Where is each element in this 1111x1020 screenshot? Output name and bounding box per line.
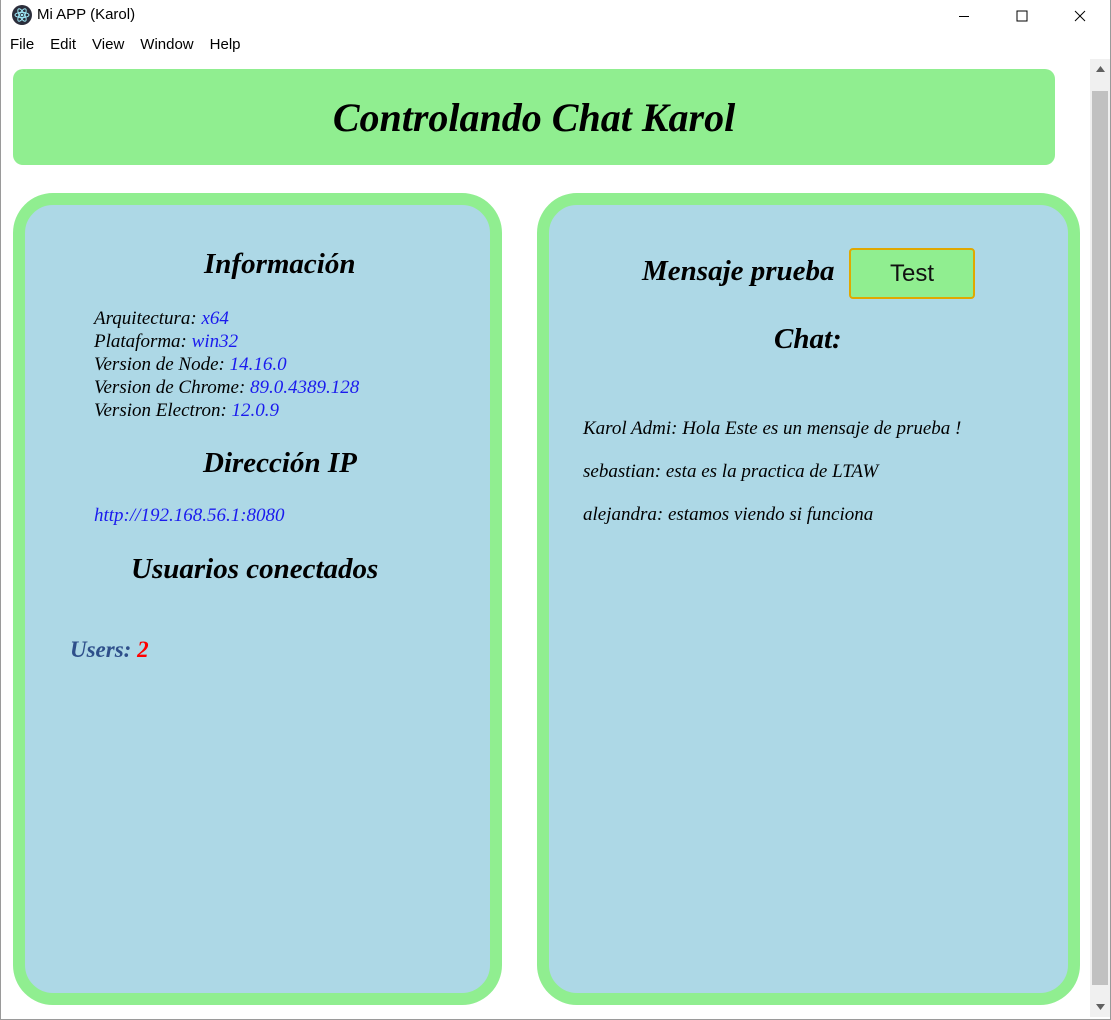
info-item: Version Electron: 12.0.9 xyxy=(94,399,359,422)
info-label: Arquitectura: xyxy=(94,308,202,329)
info-item: Version de Node: 14.16.0 xyxy=(94,353,359,376)
info-value: win32 xyxy=(191,331,239,352)
info-value: x64 xyxy=(201,308,229,329)
menu-help[interactable]: Help xyxy=(202,31,249,59)
info-panel: Información Arquitectura: x64 Plataforma… xyxy=(13,193,502,1005)
users-count-line: Users: 2 xyxy=(70,637,149,663)
chat-title: Chat: xyxy=(774,323,842,355)
ip-address-link[interactable]: http://192.168.56.1:8080 xyxy=(94,505,285,527)
close-button[interactable] xyxy=(1051,0,1109,31)
title-bar[interactable]: Mi APP (Karol) xyxy=(1,0,1110,31)
menu-edit[interactable]: Edit xyxy=(42,31,84,59)
chat-panel: Mensaje prueba Test Chat: Karol Admi: Ho… xyxy=(537,193,1080,1005)
electron-icon xyxy=(12,5,32,25)
system-info-list: Arquitectura: x64 Plataforma: win32 Vers… xyxy=(94,307,359,422)
info-item: Plataforma: win32 xyxy=(94,330,359,353)
info-title: Información xyxy=(204,248,356,280)
info-label: Version de Chrome: xyxy=(94,377,251,398)
minimize-icon xyxy=(959,15,969,17)
chat-message: Karol Admi: Hola Este es un mensaje de p… xyxy=(583,418,962,439)
users-count: 2 xyxy=(137,637,149,662)
close-icon xyxy=(1074,10,1086,21)
users-title: Usuarios conectados xyxy=(131,553,379,585)
maximize-icon xyxy=(1016,10,1028,21)
scroll-down-button[interactable] xyxy=(1090,997,1110,1017)
header-banner: Controlando Chat Karol xyxy=(13,69,1055,165)
scroll-thumb[interactable] xyxy=(1092,91,1108,985)
minimize-button[interactable] xyxy=(935,0,993,31)
scroll-up-icon xyxy=(1095,66,1105,72)
test-button[interactable]: Test xyxy=(849,248,975,299)
scroll-up-button[interactable] xyxy=(1090,59,1110,79)
menu-bar: File Edit View Window Help xyxy=(1,31,1110,59)
vertical-scrollbar[interactable] xyxy=(1090,59,1110,1017)
ip-title: Dirección IP xyxy=(203,447,357,479)
info-label: Version de Node: xyxy=(94,354,230,375)
window-title: Mi APP (Karol) xyxy=(37,6,136,23)
info-value: 89.0.4389.128 xyxy=(250,377,360,398)
users-label: Users: xyxy=(70,637,138,662)
menu-window[interactable]: Window xyxy=(132,31,201,59)
app-window: Mi APP (Karol) File Edit View Window Hel… xyxy=(0,0,1111,1020)
info-item: Version de Chrome: 89.0.4389.128 xyxy=(94,376,359,399)
info-item: Arquitectura: x64 xyxy=(94,307,359,330)
chat-message: alejandra: estamos viendo si funciona xyxy=(583,504,874,525)
info-label: Plataforma: xyxy=(94,331,192,352)
test-message-label: Mensaje prueba xyxy=(642,255,835,287)
scroll-down-icon xyxy=(1095,1004,1105,1010)
info-value: 14.16.0 xyxy=(229,354,287,375)
maximize-button[interactable] xyxy=(993,0,1051,31)
page-title: Controlando Chat Karol xyxy=(332,94,736,140)
chat-message: sebastian: esta es la practica de LTAW xyxy=(583,461,879,482)
menu-file[interactable]: File xyxy=(2,31,42,59)
menu-view[interactable]: View xyxy=(84,31,132,59)
info-label: Version Electron: xyxy=(94,400,232,421)
page-content: Controlando Chat Karol Información Arqui… xyxy=(3,59,1090,1017)
chat-messages: Karol Admi: Hola Este es un mensaje de p… xyxy=(583,417,961,546)
info-value: 12.0.9 xyxy=(231,400,280,421)
